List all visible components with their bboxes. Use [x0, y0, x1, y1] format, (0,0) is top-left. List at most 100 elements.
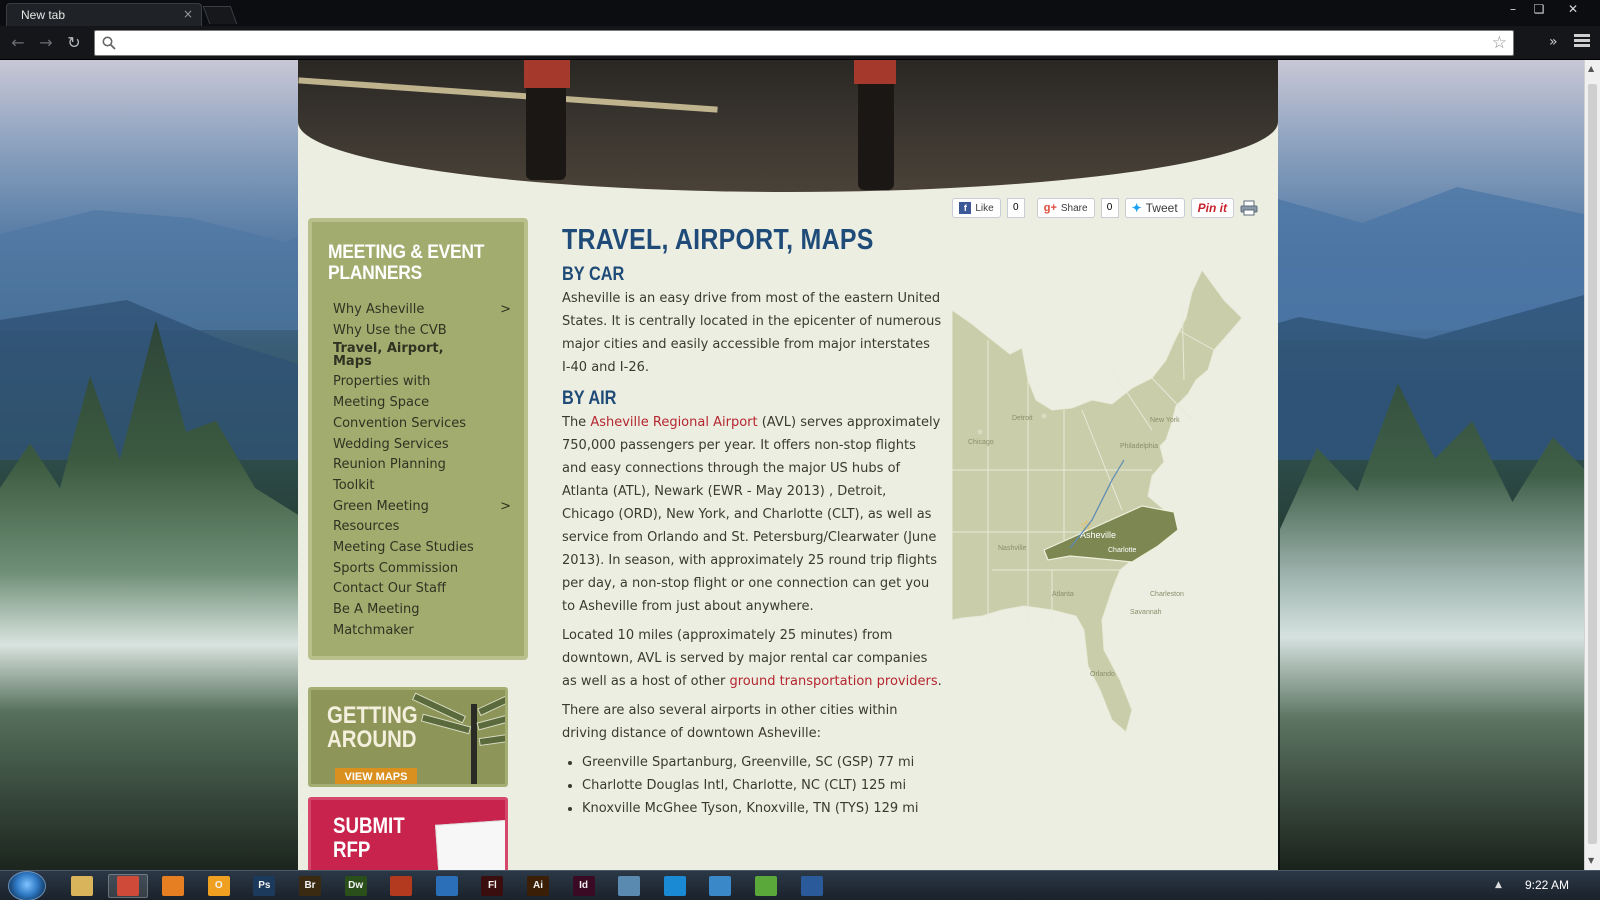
extensions-chevron-icon[interactable]: » [1549, 34, 1558, 50]
ground-transportation-link[interactable]: ground transportation providers [729, 674, 937, 689]
close-icon[interactable]: ✕ [1560, 0, 1586, 18]
social-share-bar: f Like 0 g+ Share 0 ✦ Tweet Pin it [952, 198, 1258, 218]
sidebar-item-label: Meeting Space [333, 395, 430, 411]
sidebar-item[interactable]: Green Meeting > [333, 497, 513, 518]
submit-rfp-promo[interactable]: SUBMIT RFP [308, 797, 508, 870]
twitter-bird-icon: ✦ [1131, 201, 1142, 215]
taskbar-app-glyph: Ai [527, 876, 549, 896]
sidebar-item-label: Meeting Case Studies [333, 540, 474, 556]
taskbar-app-glyph: O [207, 876, 230, 896]
taskbar-spotify-icon[interactable] [746, 874, 786, 898]
taskbar-chrome-icon[interactable] [107, 874, 148, 898]
scroll-thumb[interactable] [1588, 84, 1597, 844]
sidebar-item-label: Properties with [333, 374, 431, 390]
map-label-chicago: Chicago [968, 439, 994, 446]
map-label-atlanta: Atlanta [1052, 591, 1074, 598]
sidebar-item-label: Sports Commission [333, 560, 459, 576]
taskbar-itunes-icon[interactable] [700, 874, 740, 898]
taskbar-illustrator-icon[interactable]: Ai [518, 874, 558, 898]
view-maps-button[interactable]: VIEW MAPS [335, 768, 417, 784]
map-label-new-york: New York [1150, 417, 1180, 424]
sidebar-item[interactable]: Reunion Planning [333, 455, 513, 476]
forward-icon[interactable]: → [36, 33, 56, 53]
sidebar-item[interactable]: Meeting Space [333, 393, 513, 414]
page-title: TRAVEL, AIRPORT, MAPS [562, 224, 874, 256]
sidebar-item[interactable]: Contact Our Staff [333, 579, 513, 600]
main-content: TRAVEL, AIRPORT, MAPS BY CAR Asheville i… [562, 223, 942, 820]
taskbar-photoshop-icon[interactable]: Ps [244, 874, 284, 898]
restore-icon[interactable]: ❏ [1526, 0, 1552, 18]
facebook-icon: f [959, 202, 972, 214]
facebook-like-button[interactable]: f Like [952, 198, 1001, 218]
scroll-up-icon[interactable]: ▲ [1588, 64, 1594, 73]
taskbar-app-glyph [755, 876, 777, 896]
sidebar-item[interactable]: Resources [333, 517, 513, 538]
taskbar-firefox-icon[interactable] [153, 874, 193, 898]
sidebar-item-label: Why Asheville [333, 302, 425, 317]
browser-menu-icon[interactable] [1574, 34, 1590, 50]
search-icon [102, 36, 116, 50]
print-icon[interactable] [1240, 200, 1258, 216]
map-label-orlando: Orlando [1090, 671, 1115, 678]
omnibox[interactable]: ☆ [94, 30, 1514, 56]
google-plus-share-button[interactable]: g+ Share [1036, 198, 1095, 218]
airport-list-item: Knoxville McGhee Tyson, Knoxville, TN (T… [582, 797, 942, 820]
taskbar-dreamweaver-icon[interactable]: Dw [336, 874, 376, 898]
tab-close-icon[interactable]: × [183, 7, 193, 21]
sidebar-item[interactable]: Why Asheville > [333, 300, 513, 321]
tray-expand-icon[interactable]: ▲ [1495, 880, 1502, 890]
chevron-right-icon[interactable]: > [500, 497, 511, 518]
reload-icon[interactable]: ↻ [64, 33, 84, 53]
bookmark-star-icon[interactable]: ☆ [1492, 33, 1507, 53]
page-scrollbar[interactable]: ▲ ▼ [1584, 60, 1600, 870]
minimize-icon[interactable]: – [1500, 0, 1526, 18]
sidebar-heading: MEETING & EVENT PLANNERS [328, 242, 485, 284]
tweet-button[interactable]: ✦ Tweet [1124, 198, 1185, 218]
tab-title: New tab [21, 8, 66, 22]
pinterest-button[interactable]: Pin it [1190, 198, 1234, 218]
back-icon[interactable]: ← [8, 33, 28, 53]
by-air-text: The Asheville Regional Airport (AVL) ser… [562, 411, 942, 618]
promo2-title-line1: SUBMIT [333, 813, 405, 838]
share-count: 0 [1100, 198, 1119, 218]
east-coast-map[interactable]: Detroit Chicago New York Philadelphia As… [952, 270, 1252, 740]
like-label: Like [975, 202, 994, 214]
taskbar-bridge-icon[interactable]: Br [290, 874, 330, 898]
signpost-arrow [478, 733, 505, 747]
sidebar-item[interactable]: Be A Meeting [333, 600, 513, 621]
taskbar-word-icon[interactable] [792, 874, 832, 898]
taskbar-app-glyph: Id [572, 876, 595, 896]
taskbar-app-glyph [390, 876, 413, 896]
sidebar-item[interactable]: Properties with [333, 372, 513, 393]
taskbar-flash-icon[interactable]: Fl [472, 874, 512, 898]
clock[interactable]: 9:22 AM [1525, 878, 1569, 892]
sidebar-item-label: Travel, Airport, Maps [333, 341, 444, 370]
sidebar-item[interactable]: Meeting Case Studies [333, 538, 513, 559]
sidebar-item[interactable]: Travel, Airport, Maps [333, 341, 463, 372]
sidebar-item[interactable]: Wedding Services [333, 435, 513, 456]
address-input[interactable] [121, 34, 1481, 52]
taskbar-outlook-icon[interactable]: O [199, 874, 239, 898]
scroll-down-icon[interactable]: ▼ [1588, 856, 1594, 865]
taskbar-filezilla-icon[interactable] [381, 874, 421, 898]
taskbar-explorer-icon[interactable] [62, 874, 102, 898]
sidebar-item[interactable]: Convention Services [333, 414, 513, 435]
sidebar-item[interactable]: Toolkit [333, 476, 513, 497]
sidebar-item[interactable]: Matchmaker [333, 621, 513, 642]
signpost-arrow [476, 713, 505, 731]
taskbar-notepad-icon[interactable] [609, 874, 649, 898]
asheville-airport-link[interactable]: Asheville Regional Airport [590, 415, 757, 430]
chevron-right-icon[interactable]: > [500, 300, 511, 321]
sidebar-item[interactable]: Sports Commission [333, 559, 513, 580]
taskbar-skype-icon[interactable] [655, 874, 695, 898]
getting-around-promo[interactable]: GETTING AROUND VIEW MAPS [308, 687, 508, 787]
sidebar-item-label: Matchmaker [333, 622, 414, 638]
taskbar-thunderbird-icon[interactable] [427, 874, 467, 898]
promo2-title-line2: RFP [333, 837, 371, 862]
map-label-savannah: Savannah [1130, 609, 1162, 616]
start-button-icon[interactable] [8, 871, 46, 900]
sidebar-item[interactable]: Why Use the CVB [333, 321, 513, 342]
new-tab-button[interactable] [202, 6, 238, 24]
taskbar-indesign-icon[interactable]: Id [564, 874, 604, 898]
browser-tab[interactable]: New tab × [6, 3, 202, 26]
